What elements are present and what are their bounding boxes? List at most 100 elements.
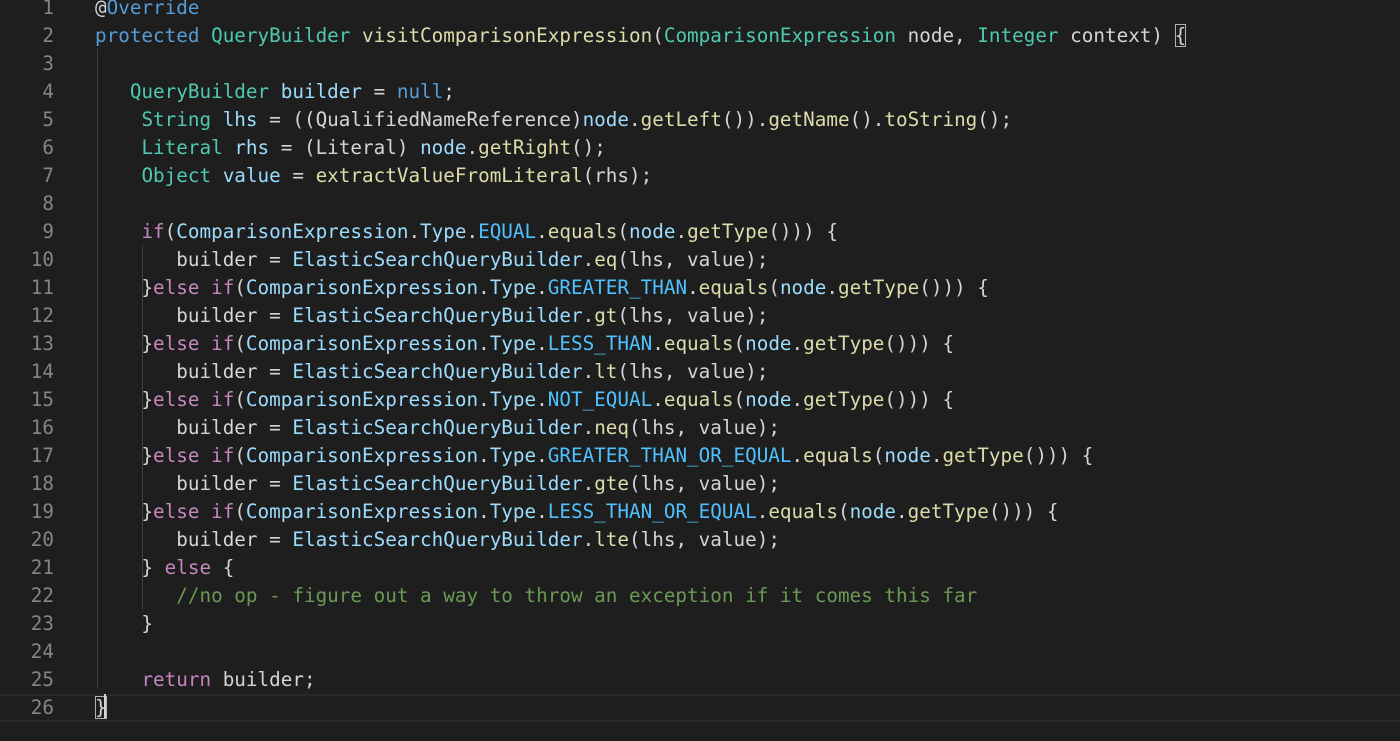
code-token: rhs (234, 136, 270, 159)
code-token: else (153, 500, 200, 523)
code-token: ComparisonExpression (176, 220, 409, 243)
code-token: (); (570, 136, 606, 159)
code-token: ( (234, 500, 246, 523)
code-line[interactable]: 5 String lhs = ((QualifiedNameReference)… (0, 106, 1400, 134)
code-token: { (1174, 24, 1187, 47)
code-line[interactable]: 7 Object value = extractValueFromLiteral… (0, 162, 1400, 190)
code-token: NOT_EQUAL (547, 388, 653, 411)
code-line[interactable]: 8 (0, 190, 1400, 218)
code-line[interactable]: 25 return builder; (0, 666, 1400, 694)
code-line[interactable]: 22 //no op - figure out a way to throw a… (0, 582, 1400, 610)
code-line[interactable]: 20 builder = ElasticSearchQueryBuilder.l… (0, 526, 1400, 554)
code-token: = (280, 164, 316, 187)
code-token: . (791, 388, 804, 411)
line-number: 2 (42, 24, 54, 47)
code-line[interactable]: 19 }else if(ComparisonExpression.Type.LE… (0, 498, 1400, 526)
code-text: }else if(ComparisonExpression.Type.LESS_… (95, 330, 954, 358)
code-token: QueryBuilder (211, 24, 351, 47)
code-line[interactable]: 4 QueryBuilder builder = null; (0, 78, 1400, 106)
code-token: if (211, 332, 235, 355)
code-line[interactable]: 16 builder = ElasticSearchQueryBuilder.n… (0, 414, 1400, 442)
code-token: { (211, 556, 235, 579)
code-token: . (582, 472, 595, 495)
code-token: if (211, 276, 235, 299)
code-token: equals (663, 388, 734, 411)
code-token: Type (420, 220, 467, 243)
code-token: ())) { (884, 332, 955, 355)
code-text: builder = ElasticSearchQueryBuilder.lt(l… (95, 358, 768, 386)
code-token: . (756, 500, 769, 523)
code-token: ())) { (1023, 444, 1094, 467)
code-token: getType (907, 500, 989, 523)
code-line[interactable]: 21 } else { (0, 554, 1400, 582)
code-token: ( (872, 444, 885, 467)
code-token: equals (663, 332, 734, 355)
code-line[interactable]: 3 (0, 50, 1400, 78)
code-token: ComparisonExpression (663, 24, 897, 47)
code-token: = ((QualifiedNameReference) (257, 108, 583, 131)
code-line[interactable]: 9 if(ComparisonExpression.Type.EQUAL.equ… (0, 218, 1400, 246)
code-line[interactable]: 18 builder = ElasticSearchQueryBuilder.g… (0, 470, 1400, 498)
code-token: . (582, 248, 595, 271)
code-token: Literal (141, 136, 223, 159)
code-token: ( (234, 276, 246, 299)
code-line[interactable]: 23 } (0, 610, 1400, 638)
code-line[interactable]: 12 builder = ElasticSearchQueryBuilder.g… (0, 302, 1400, 330)
code-token: GREATER_THAN_OR_EQUAL (547, 444, 792, 467)
code-token: . (478, 388, 490, 411)
code-token: if (211, 444, 235, 467)
code-token: node (420, 136, 467, 159)
code-token: . (675, 220, 688, 243)
code-line[interactable]: 26} (0, 694, 1400, 722)
code-token: . (629, 108, 641, 131)
code-line[interactable]: 15 }else if(ComparisonExpression.Type.NO… (0, 386, 1400, 414)
code-line[interactable]: 10 builder = ElasticSearchQueryBuilder.e… (0, 246, 1400, 274)
code-line[interactable]: 11 }else if(ComparisonExpression.Type.GR… (0, 274, 1400, 302)
code-text: builder = ElasticSearchQueryBuilder.neq(… (95, 414, 780, 442)
line-number: 20 (30, 528, 54, 551)
line-number: 13 (30, 332, 54, 355)
line-number: 26 (30, 696, 54, 719)
code-line[interactable]: 14 builder = ElasticSearchQueryBuilder.l… (0, 358, 1400, 386)
code-text: return builder; (95, 666, 315, 694)
code-token: ; (443, 80, 455, 103)
code-token: equals (547, 220, 618, 243)
code-token: ( (617, 220, 630, 243)
code-text: protected QueryBuilder visitComparisonEx… (95, 22, 1187, 50)
code-line[interactable]: 17 }else if(ComparisonExpression.Type.GR… (0, 442, 1400, 470)
code-token: . (791, 332, 804, 355)
code-line[interactable]: 13 }else if(ComparisonExpression.Type.LE… (0, 330, 1400, 358)
code-token: ComparisonExpression (245, 276, 479, 299)
code-token: ComparisonExpression (245, 500, 479, 523)
code-editor[interactable]: 1 @Override 2 protected QueryBuilder visitC… (0, 0, 1400, 741)
code-line[interactable]: 24 (0, 638, 1400, 666)
code-token: . (582, 528, 595, 551)
code-token: return (141, 668, 212, 691)
line-number: 10 (30, 248, 54, 271)
code-token: . (478, 276, 490, 299)
code-text: } else { (95, 554, 234, 582)
code-token: getType (687, 220, 769, 243)
code-token: } (95, 556, 165, 579)
line-number: 22 (30, 584, 54, 607)
code-token: ()). (721, 108, 769, 131)
code-line[interactable]: 1 @Override (0, 0, 1400, 22)
code-token: protected (95, 24, 200, 47)
code-token: } (95, 612, 154, 635)
code-token: node (849, 500, 897, 523)
code-token: node, (896, 24, 978, 47)
code-line[interactable]: 2 protected QueryBuilder visitComparisonE… (0, 22, 1400, 50)
code-token: (lhs, value); (617, 248, 769, 271)
code-token: (); (977, 108, 1013, 131)
code-line[interactable]: 6 Literal rhs = (Literal) node.getRight(… (0, 134, 1400, 162)
line-number: 1 (42, 0, 54, 19)
code-text: }else if(ComparisonExpression.Type.LESS_… (95, 498, 1058, 526)
